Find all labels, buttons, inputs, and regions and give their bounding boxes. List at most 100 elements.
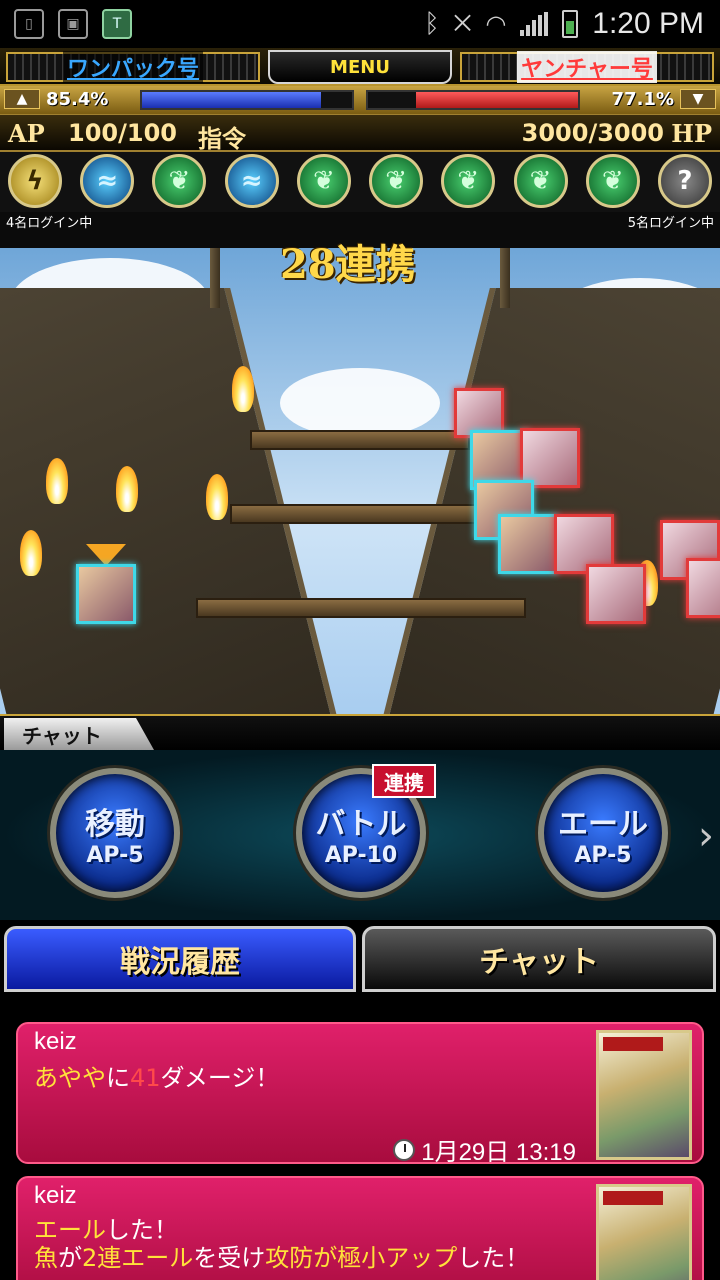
- hp-label: HP: [671, 119, 712, 148]
- move-title: 移動: [85, 806, 145, 842]
- left-mast: [210, 248, 220, 308]
- right-mast: [500, 248, 510, 308]
- enemy-card[interactable]: [520, 428, 580, 488]
- log-timestamp: 1月29日 13:19: [393, 1132, 576, 1167]
- chevron-right-icon[interactable]: ›: [698, 806, 718, 866]
- tab-chat-label: チャット: [479, 945, 599, 980]
- login-count-left: 4名ログイン中: [6, 216, 93, 231]
- leaf-icon[interactable]: ❦: [585, 154, 640, 208]
- app-notification-icon: T: [102, 9, 132, 39]
- ap-label: AP: [8, 119, 45, 148]
- menu-label: MENU: [330, 56, 390, 78]
- lightning-icon[interactable]: ϟ: [8, 154, 62, 208]
- sd-card-icon: ▯: [14, 9, 44, 39]
- team-hp-bars: ▲ 85.4% 77.1% ▼: [0, 86, 720, 114]
- clock-icon: [393, 1138, 416, 1161]
- player-card[interactable]: [76, 564, 136, 624]
- log-target: 魚: [34, 1244, 58, 1272]
- battlefield[interactable]: [0, 248, 720, 714]
- team-header: ワンパック号 MENU ヤンチャー号: [0, 48, 720, 86]
- notification-icon: ▣: [58, 9, 88, 39]
- ally-card[interactable]: [498, 514, 558, 574]
- scroll-up-icon[interactable]: ▲: [4, 89, 40, 109]
- battery-icon: [562, 10, 579, 38]
- bridge-plank: [230, 504, 490, 524]
- log-entry[interactable]: keiz あややに41ダメージ！ 1月29日 13:19: [16, 1022, 704, 1167]
- cheer-button[interactable]: エール AP-5: [538, 768, 668, 898]
- water-icon[interactable]: ≈: [224, 154, 279, 208]
- flame-effect: [232, 366, 254, 412]
- clock-time: 1:20 PM: [592, 7, 704, 40]
- chat-strip-label[interactable]: チャット: [4, 718, 154, 750]
- stats-row: AP 100/100 指令 3000/3000 HP: [0, 114, 720, 154]
- flame-effect: [206, 474, 228, 520]
- tab-chat[interactable]: チャット: [362, 926, 716, 992]
- log-tabs: 戦況履歴 チャット: [0, 920, 720, 998]
- tab-history[interactable]: 戦況履歴: [4, 926, 356, 992]
- move-button[interactable]: 移動 AP-5: [50, 768, 180, 898]
- signal-icon: [520, 12, 549, 36]
- right-ship-deck: [370, 288, 720, 714]
- card-thumbnail[interactable]: [596, 1184, 692, 1280]
- flame-effect: [46, 458, 68, 504]
- log-text: に: [106, 1064, 130, 1092]
- move-cost: AP-5: [86, 842, 144, 868]
- cloud: [280, 368, 440, 438]
- log-entry[interactable]: keiz エールした！ 魚が2連エールを受け攻防が極小アップした！: [16, 1176, 704, 1280]
- tab-history-label: 戦況履歴: [120, 945, 240, 980]
- unknown-icon[interactable]: ?: [657, 154, 712, 208]
- enemy-card[interactable]: [586, 564, 646, 624]
- card-thumbnail-badge: [603, 1037, 663, 1051]
- link-badge: 連携: [372, 764, 436, 798]
- combo-counter: 28連携: [280, 241, 416, 288]
- leaf-icon[interactable]: ❦: [369, 154, 424, 208]
- skill-icon-row: ϟ ≈ ❦ ≈ ❦ ❦ ❦ ❦ ❦?: [0, 152, 720, 212]
- log-text: ダメージ！: [160, 1064, 280, 1092]
- bluetooth-icon: ᛒ: [424, 9, 440, 39]
- battle-cost: AP-10: [324, 842, 398, 868]
- enemy-card[interactable]: [686, 558, 720, 618]
- chat-strip-text: チャット: [22, 723, 102, 748]
- right-progress-fill: [416, 92, 578, 108]
- log-effect: 攻防が極小アップ: [265, 1244, 458, 1272]
- leaf-icon[interactable]: ❦: [296, 154, 351, 208]
- battle-title: バトル: [315, 806, 407, 842]
- team-left: ワンパック号: [6, 51, 260, 83]
- leaf-icon[interactable]: ❦: [513, 154, 568, 208]
- card-thumbnail-badge: [603, 1191, 663, 1205]
- ap-value: 100/100: [68, 119, 177, 147]
- log-user[interactable]: keiz: [34, 1028, 77, 1056]
- chat-strip[interactable]: チャット: [0, 714, 720, 750]
- team-right: ヤンチャー号: [460, 51, 714, 83]
- vibrate-icon: ⨉: [453, 11, 472, 37]
- log-action: 2連エール: [82, 1244, 194, 1272]
- leaf-icon[interactable]: ❦: [152, 154, 207, 208]
- status-bar: ▯ ▣ T ᛒ ⨉ ◠ 1:20 PM: [0, 0, 720, 48]
- log-target: あやや: [34, 1064, 106, 1092]
- bridge-plank: [196, 598, 526, 618]
- log-text: した！: [457, 1244, 530, 1272]
- log-user[interactable]: keiz: [34, 1182, 77, 1210]
- log-time-text: 1月29日 13:19: [421, 1139, 576, 1166]
- battle-log[interactable]: keiz あややに41ダメージ！ 1月29日 13:19 keiz エールした！…: [0, 998, 720, 1280]
- water-icon[interactable]: ≈: [80, 154, 135, 208]
- leaf-icon[interactable]: ❦: [441, 154, 496, 208]
- cheer-cost: AP-5: [574, 842, 632, 868]
- scroll-down-icon[interactable]: ▼: [680, 89, 716, 109]
- selection-marker-icon: [86, 544, 126, 566]
- bridge-plank: [250, 430, 470, 450]
- log-text: が: [58, 1244, 82, 1272]
- order-label[interactable]: 指令: [198, 119, 246, 154]
- flame-effect: [20, 530, 42, 576]
- login-count-right: 5名ログイン中: [627, 216, 714, 231]
- action-panel: 移動 AP-5 バトル AP-10 エール AP-5 連携 ›: [0, 750, 720, 920]
- left-progress-fill: [142, 92, 322, 108]
- menu-button[interactable]: MENU: [268, 50, 452, 84]
- card-thumbnail[interactable]: [596, 1030, 692, 1160]
- hp-value: 3000/3000: [521, 119, 664, 147]
- wifi-icon: ◠: [485, 10, 507, 38]
- log-message: あややに41ダメージ！: [34, 1058, 279, 1093]
- log-text: を受け: [193, 1244, 266, 1272]
- team-left-name: ワンパック号: [62, 51, 203, 83]
- flame-effect: [116, 466, 138, 512]
